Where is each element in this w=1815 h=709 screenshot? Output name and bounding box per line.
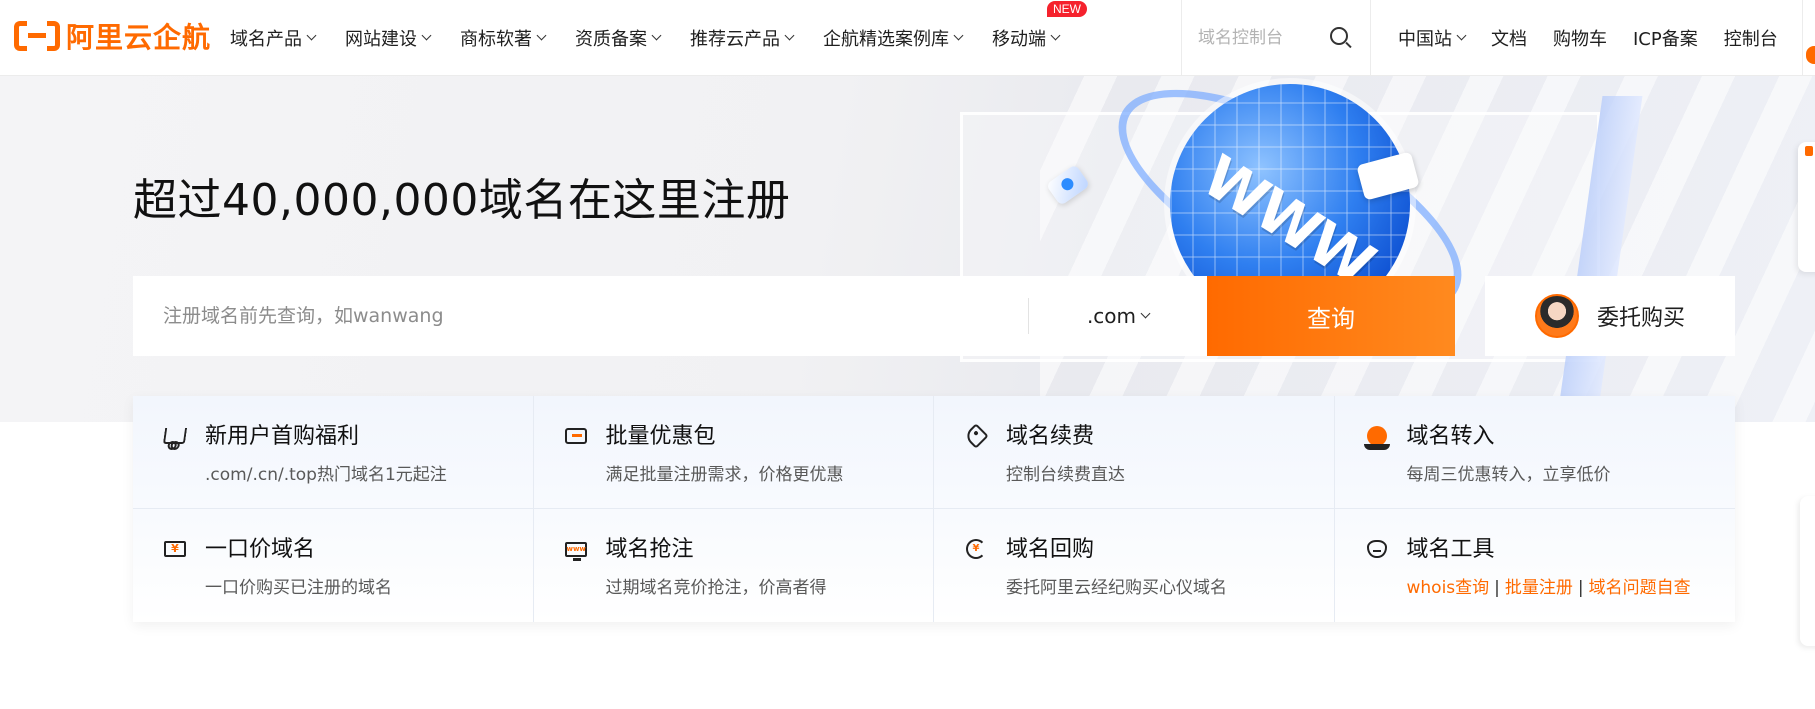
refresh-icon: ¥ bbox=[964, 537, 988, 561]
side-float-panel[interactable] bbox=[1798, 142, 1815, 272]
ticket-icon bbox=[564, 424, 588, 448]
feature-desc: 满足批量注册需求，价格更优惠 bbox=[605, 465, 844, 485]
nav-item-label: 资质备案 bbox=[575, 29, 647, 50]
consign-purchase-button[interactable]: 委托购买 bbox=[1485, 276, 1735, 356]
nav-item-label: 商标软著 bbox=[460, 29, 532, 50]
side-panel-indicator bbox=[1805, 146, 1813, 156]
nav-item-qualification-filing[interactable]: 资质备案 bbox=[575, 25, 662, 51]
nav-item-label: 企航精选案例库 bbox=[823, 29, 949, 50]
nav-item-label: 推荐云产品 bbox=[690, 29, 780, 50]
docs-link[interactable]: 文档 bbox=[1491, 25, 1527, 51]
cart-icon bbox=[162, 424, 188, 448]
hero-banner: WWW 超过40,000,000域名在这里注册 .com 查询 委托购买 bbox=[0, 76, 1815, 422]
price-glyph: ¥ bbox=[164, 541, 186, 557]
console-link[interactable]: 控制台 bbox=[1724, 25, 1778, 51]
tld-value: .com bbox=[1086, 304, 1137, 328]
feature-title: 域名续费 bbox=[1006, 424, 1095, 449]
tool-links: whois查询 | 批量注册 | 域名问题自查 bbox=[1407, 573, 1736, 598]
domain-self-check-link[interactable]: 域名问题自查 bbox=[1589, 578, 1691, 598]
feature-title: 域名转入 bbox=[1406, 424, 1495, 449]
chevron-down-icon bbox=[1456, 30, 1467, 41]
shield-icon bbox=[1365, 537, 1389, 561]
chevron-down-icon bbox=[1140, 308, 1151, 319]
monitor-glyph: www bbox=[564, 541, 587, 561]
link-separator: | bbox=[1494, 578, 1500, 598]
bulk-register-link[interactable]: 批量注册 bbox=[1505, 578, 1573, 598]
nav-item-trademark-copyright[interactable]: 商标软著 bbox=[460, 25, 547, 51]
globe-hand-icon bbox=[1363, 424, 1390, 450]
chevron-down-icon bbox=[1050, 30, 1061, 41]
refresh-glyph: ¥ bbox=[966, 539, 986, 559]
agent-avatar bbox=[1535, 294, 1579, 338]
feature-title: 新用户首购福利 bbox=[205, 424, 360, 449]
side-tab-indicator[interactable] bbox=[1806, 46, 1815, 64]
hero-title: 超过40,000,000域名在这里注册 bbox=[133, 175, 791, 226]
cart-link[interactable]: 购物车 bbox=[1553, 25, 1607, 51]
link-separator: | bbox=[1577, 578, 1584, 598]
feature-desc: .com/.cn/.top热门域名1元起注 bbox=[205, 465, 447, 485]
tld-select[interactable]: .com bbox=[1029, 276, 1207, 356]
feature-desc: 过期域名竞价抢注，价高者得 bbox=[605, 578, 827, 598]
feature-bulk-package[interactable]: 批量优惠包 满足批量注册需求，价格更优惠 bbox=[533, 396, 934, 509]
icp-filing-link[interactable]: ICP备案 bbox=[1633, 25, 1698, 51]
main-nav: 域名产品 网站建设 商标软著 资质备案 推荐云产品 企航精选案例库 移动端 NEW bbox=[230, 0, 1089, 76]
domain-search-bar: .com 查询 bbox=[133, 276, 1455, 356]
feature-domain-buyback[interactable]: ¥ 域名回购 委托阿里云经纪购买心仪域名 bbox=[934, 509, 1335, 622]
query-button[interactable]: 查询 bbox=[1207, 276, 1455, 356]
nav-item-label: 域名产品 bbox=[230, 29, 302, 50]
feature-fixed-price-domain[interactable]: ¥ 一口价域名 一口价购买已注册的域名 bbox=[133, 509, 534, 622]
region-selector[interactable]: 中国站 bbox=[1398, 25, 1467, 51]
nav-item-website-building[interactable]: 网站建设 bbox=[345, 25, 432, 51]
feature-desc: 一口价购买已注册的域名 bbox=[205, 578, 392, 598]
feature-desc: 每周三优惠转入，立享低价 bbox=[1406, 465, 1611, 485]
new-badge: NEW bbox=[1047, 1, 1087, 17]
top-header: 阿里云企航 域名产品 网站建设 商标软著 资质备案 推荐云产品 企航精选案例库 … bbox=[0, 0, 1815, 76]
whois-link[interactable]: whois查询 bbox=[1407, 578, 1490, 598]
price-tag-icon: ¥ bbox=[163, 537, 187, 561]
region-label: 中国站 bbox=[1398, 29, 1452, 50]
nav-item-domain-products[interactable]: 域名产品 bbox=[230, 25, 317, 51]
feature-title: 域名抢注 bbox=[605, 537, 694, 562]
brand-name: 阿里云企航 bbox=[66, 21, 212, 54]
feature-grid: 新用户首购福利 .com/.cn/.top热门域名1元起注 批量优惠包 满足批量… bbox=[133, 396, 1735, 622]
consign-purchase-label: 委托购买 bbox=[1597, 306, 1686, 331]
nav-item-case-library[interactable]: 企航精选案例库 bbox=[823, 25, 964, 51]
feature-desc: 控制台续费直达 bbox=[1006, 465, 1125, 485]
tag-icon bbox=[963, 423, 989, 449]
monitor-icon: www bbox=[564, 537, 588, 561]
feature-domain-tools: 域名工具 whois查询 | 批量注册 | 域名问题自查 bbox=[1335, 509, 1736, 622]
feature-domain-renewal[interactable]: 域名续费 控制台续费直达 bbox=[934, 396, 1335, 509]
side-float-panel-lower[interactable] bbox=[1800, 496, 1815, 646]
brand-logo[interactable]: 阿里云企航 bbox=[14, 18, 211, 54]
feature-title: 域名工具 bbox=[1406, 537, 1495, 562]
search-icon[interactable] bbox=[1330, 27, 1348, 45]
utility-nav: 中国站 文档 购物车 ICP备案 控制台 bbox=[1398, 0, 1804, 76]
nav-item-recommended-cloud[interactable]: 推荐云产品 bbox=[690, 25, 795, 51]
header-search bbox=[1181, 0, 1371, 76]
nav-item-mobile[interactable]: 移动端 NEW bbox=[992, 1, 1087, 51]
chevron-down-icon bbox=[651, 30, 662, 41]
chevron-down-icon bbox=[536, 30, 547, 41]
aliyun-logo-icon bbox=[14, 21, 60, 51]
feature-domain-backorder[interactable]: www 域名抢注 过期域名竞价抢注，价高者得 bbox=[534, 509, 934, 622]
chevron-down-icon bbox=[306, 30, 317, 41]
console-search-input[interactable] bbox=[1198, 28, 1328, 48]
domain-search-input[interactable] bbox=[133, 276, 1028, 356]
nav-item-label: 移动端 bbox=[992, 29, 1046, 50]
nav-item-label: 网站建设 bbox=[345, 29, 417, 50]
chevron-down-icon bbox=[953, 30, 964, 41]
chevron-down-icon bbox=[784, 30, 795, 41]
feature-new-user-offer[interactable]: 新用户首购福利 .com/.cn/.top热门域名1元起注 bbox=[133, 396, 534, 509]
feature-title: 域名回购 bbox=[1006, 537, 1095, 562]
feature-title: 批量优惠包 bbox=[605, 424, 716, 449]
feature-domain-transfer[interactable]: 域名转入 每周三优惠转入，立享低价 bbox=[1334, 396, 1735, 509]
header-divider bbox=[1802, 0, 1803, 76]
chevron-down-icon bbox=[421, 30, 432, 41]
feature-desc: 委托阿里云经纪购买心仪域名 bbox=[1006, 578, 1227, 598]
feature-title: 一口价域名 bbox=[205, 537, 316, 562]
